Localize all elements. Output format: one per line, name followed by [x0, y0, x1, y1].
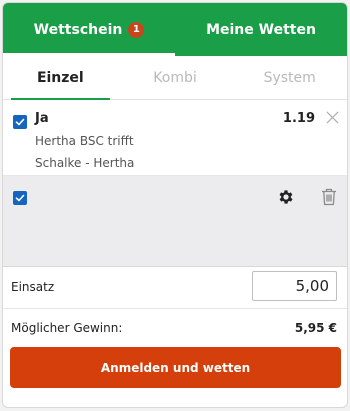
tab-system[interactable]: System	[232, 56, 347, 99]
stake-row: Einsatz	[3, 267, 347, 309]
select-all-checkbox[interactable]	[13, 191, 27, 205]
tab-einzel[interactable]: Einzel	[3, 56, 118, 100]
potential-win-row: Möglicher Gewinn: 5,95 €	[3, 309, 347, 345]
bet-type-tabs: Einzel Kombi System	[3, 56, 347, 100]
potential-win-label: Möglicher Gewinn:	[11, 321, 123, 335]
stake-input[interactable]	[252, 271, 337, 301]
tab-meine-wetten-label: Meine Wetten	[206, 21, 316, 38]
tab-wettschein[interactable]: Wettschein 1	[3, 3, 175, 56]
selection-checkbox[interactable]	[13, 115, 27, 129]
trash-icon[interactable]	[321, 188, 337, 206]
betslip-actions	[3, 176, 347, 267]
betslip-header: Wettschein 1 Meine Wetten	[3, 3, 347, 56]
betslip-panel: Wettschein 1 Meine Wetten Einzel Kombi S…	[2, 2, 348, 408]
potential-win-value: 5,95 €	[294, 321, 337, 335]
login-and-bet-button[interactable]: Anmelden und wetten	[10, 347, 341, 388]
checkbox-checked-icon	[15, 118, 25, 126]
bet-selection: Ja 1.19 Hertha BSC trifft Schalke - Hert…	[3, 100, 347, 176]
selection-match: Schalke - Hertha	[35, 156, 135, 170]
tab-wettschein-label: Wettschein	[33, 21, 123, 38]
selection-odds: 1.19	[282, 111, 315, 126]
remove-selection-button[interactable]	[323, 108, 341, 126]
selection-market: Hertha BSC trifft	[35, 134, 134, 148]
close-icon	[326, 111, 338, 123]
selection-count-badge: 1	[128, 21, 145, 38]
checkbox-checked-icon	[15, 194, 25, 202]
tab-meine-wetten[interactable]: Meine Wetten	[175, 3, 347, 56]
gear-icon[interactable]	[277, 188, 295, 206]
stake-label: Einsatz	[11, 280, 55, 294]
tab-kombi[interactable]: Kombi	[118, 56, 233, 99]
selection-name: Ja	[35, 111, 49, 126]
